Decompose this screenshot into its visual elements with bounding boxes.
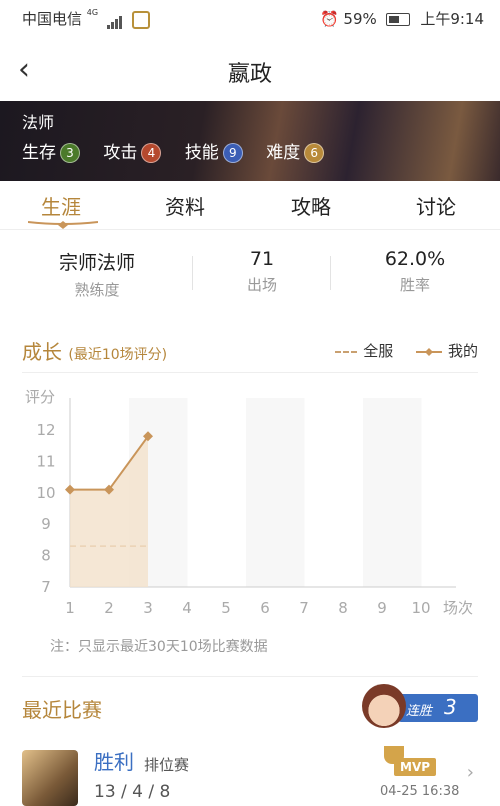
growth-section-title: 成长 (最近10场评分) [22, 336, 167, 365]
stat-label: 攻击 [103, 143, 138, 163]
hero-stats: 生存 3 攻击 4 技能 9 难度 6 [22, 138, 342, 163]
stat-value-badge: 4 [141, 143, 162, 163]
proficiency-label: 熟练度 [74, 281, 120, 299]
stat-value-badge: 9 [222, 143, 243, 163]
growth-subtitle: (最近10场评分) [68, 347, 168, 363]
battery-icon [385, 13, 410, 26]
career-summary: 宗师法师 熟练度 71 出场 62.0% 胜率 [0, 248, 500, 304]
x-tick-label: 6 [260, 599, 270, 617]
stat-label: 难度 [266, 143, 301, 163]
match-row[interactable]: 胜利 排位赛 13 / 4 / 8 MVP 04-25 16:38 › [0, 746, 500, 806]
stat-attack: 攻击 4 [103, 143, 162, 163]
x-tick-label: 5 [221, 599, 231, 617]
stat-value-badge: 6 [304, 143, 325, 163]
tab-career[interactable]: 生涯 [41, 191, 81, 220]
stat-value-badge: 3 [60, 143, 80, 163]
legend-mine-marker [415, 347, 442, 356]
win-rate-label: 胜率 [399, 276, 430, 294]
x-tick-label: 9 [377, 599, 387, 617]
tab-guide[interactable]: 攻略 [291, 191, 331, 220]
x-tick-label: 10 [411, 599, 430, 617]
tab-bar: 生涯 资料 攻略 讨论 [0, 181, 500, 230]
chevron-right-icon[interactable]: › [467, 762, 474, 783]
appearances-value: 71 [249, 248, 275, 270]
status-bar: 中国电信 4G ⏰ 59% 上午9:14 [0, 0, 500, 34]
win-rate-value: 62.0% [384, 248, 446, 270]
tab-profile[interactable]: 资料 [165, 191, 205, 220]
chart-note: 注：只显示最近30天10场比赛数据 [50, 639, 268, 655]
mvp-label: MVP [394, 758, 437, 776]
win-streak-badge: 连胜 3 [362, 684, 478, 730]
x-axis-label: 场次 [443, 599, 473, 617]
y-tick-label: 11 [36, 452, 55, 470]
hero-avatar [22, 750, 78, 806]
mvp-badge: MVP [380, 746, 442, 778]
y-axis-label: 评分 [25, 388, 55, 406]
growth-chart: 评分7891011121 2 3 4 5 6 7 8 9 10 场次 [25, 388, 473, 617]
tab-discussion[interactable]: 讨论 [416, 191, 456, 220]
match-time: 04-25 16:38 [380, 784, 460, 799]
y-tick-label: 7 [41, 578, 51, 596]
match-kda: 13 / 4 / 8 [94, 782, 171, 802]
streak-ribbon: 连胜 3 [398, 694, 478, 722]
hero-banner: 法师 生存 3 攻击 4 技能 9 难度 6 [0, 101, 500, 181]
app-notification-icon [131, 10, 150, 29]
top-nav-bar: ‹ 嬴政 [0, 40, 500, 100]
growth-title-text: 成长 [22, 340, 62, 364]
stat-label: 技能 [184, 143, 219, 163]
match-result: 胜利 [94, 750, 134, 774]
clock: 上午9:14 [420, 10, 484, 28]
x-tick-label: 4 [182, 599, 192, 617]
stat-survival: 生存 3 [22, 143, 80, 163]
alarm-icon: ⏰ [319, 10, 339, 28]
x-tick-label: 3 [143, 599, 153, 617]
signal-icon [106, 11, 123, 29]
win-rate-stat: 62.0% 胜率 [335, 248, 495, 295]
proficiency-value: 宗师法师 [58, 252, 135, 274]
appearances-stat: 71 出场 [182, 248, 342, 295]
network-type: 4G [86, 8, 99, 17]
chart-legend: 全服 我的 [335, 340, 478, 361]
hero-role: 法师 [22, 113, 55, 132]
match-mode: 排位赛 [144, 756, 190, 774]
battery-percent: 59% [343, 10, 377, 28]
streak-avatar-icon [362, 684, 406, 728]
page-title: 嬴政 [227, 62, 272, 87]
divider [22, 676, 478, 677]
series-mine-area [70, 436, 148, 587]
streak-count: 3 [444, 695, 457, 719]
recent-matches-title: 最近比赛 [22, 698, 102, 722]
stat-difficulty: 难度 6 [266, 143, 325, 163]
x-tick-label: 8 [338, 599, 348, 617]
legend-all-label: 全服 [363, 342, 394, 360]
divider [22, 372, 478, 373]
carrier-name: 中国电信 [22, 10, 83, 28]
appearances-label: 出场 [246, 276, 277, 294]
stat-label: 生存 [22, 143, 56, 163]
chart-band [246, 398, 305, 587]
x-tick-label: 2 [104, 599, 114, 617]
x-tick-label: 7 [299, 599, 309, 617]
proficiency-stat: 宗师法师 熟练度 [17, 248, 177, 300]
legend-dashed-line [335, 350, 358, 353]
y-tick-label: 9 [41, 515, 51, 533]
stat-skill: 技能 9 [185, 143, 243, 163]
chart-band [363, 398, 422, 587]
divider [330, 256, 331, 290]
y-tick-label: 10 [36, 484, 55, 502]
y-tick-label: 8 [41, 547, 51, 565]
legend-mine-label: 我的 [447, 342, 478, 360]
active-tab-indicator [28, 221, 98, 229]
x-tick-label: 1 [65, 599, 75, 617]
y-tick-label: 12 [36, 421, 55, 439]
streak-label: 连胜 [406, 704, 433, 719]
